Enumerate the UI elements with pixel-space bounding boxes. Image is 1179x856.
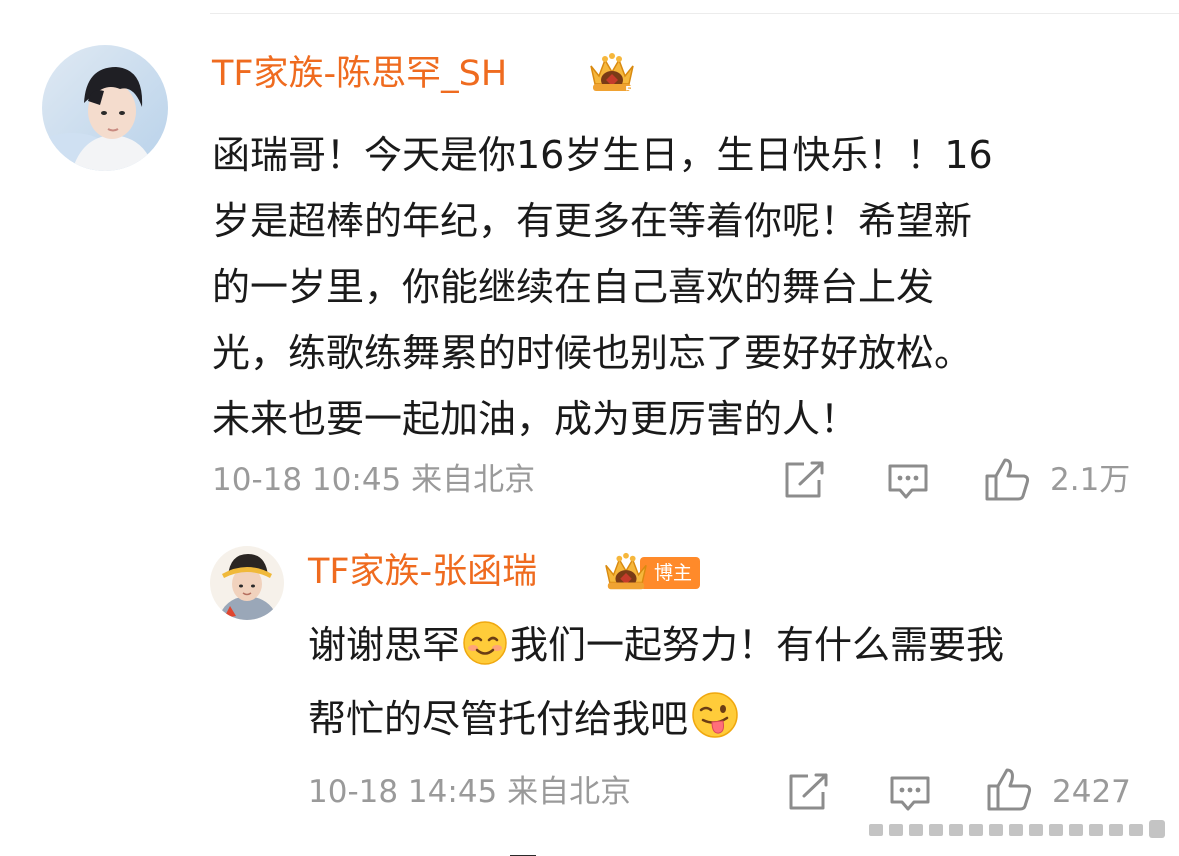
reply-avatar[interactable] — [210, 546, 284, 620]
comment-line: 的一岁里，你能继续在自己喜欢的舞台上发 — [212, 265, 935, 309]
watermark — [869, 818, 1169, 844]
like-count: 2427 — [1052, 774, 1131, 810]
reply-line: 帮忙的尽管托付给我吧 — [308, 686, 1004, 760]
comment-username[interactable]: TF家族-陈思罕_SH — [212, 52, 507, 96]
reply-body: 谢谢思罕 我们一起努力！有什么需要我 帮忙的尽管托付给我吧 — [308, 612, 1004, 760]
share-icon[interactable] — [786, 772, 830, 812]
reply-timestamp: 10-18 14:45 来自北京 — [308, 774, 632, 810]
comment-line: 未来也要一起加油，成为更厉害的人！ — [212, 397, 859, 441]
reply-text: 谢谢思罕 — [308, 623, 461, 667]
comment-line: 光，练歌练舞累的时候也别忘了要好好放松。 — [212, 331, 973, 375]
reply-text: 我们一起努力！有什么需要我 — [510, 623, 1005, 667]
like-icon[interactable] — [984, 456, 1032, 502]
reply-text: 帮忙的尽管托付给我吧 — [308, 697, 689, 741]
next-comment-peek — [310, 846, 570, 856]
like-icon[interactable] — [986, 766, 1034, 812]
comment-line: 岁是超棒的年纪，有更多在等着你呢！希望新 — [212, 199, 973, 243]
crown-badge-icon — [600, 550, 652, 598]
top-divider — [210, 13, 1179, 14]
comment-timestamp: 10-18 10:45 来自北京 — [212, 462, 536, 498]
comment-icon[interactable] — [888, 774, 932, 814]
reply-line: 谢谢思罕 我们一起努力！有什么需要我 — [308, 612, 1004, 686]
comment-line: 函瑞哥！今天是你16岁生日，生日快乐！！16 — [212, 133, 993, 177]
winking-tongue-face-icon — [690, 690, 740, 760]
smiling-face-icon — [462, 620, 508, 686]
like-count: 2.1万 — [1050, 462, 1131, 498]
crown-badge-icon: 5 — [585, 50, 639, 100]
share-icon[interactable] — [782, 460, 826, 500]
reply-username[interactable]: TF家族-张函瑞 — [308, 550, 537, 594]
avatar[interactable] — [42, 45, 168, 171]
comment-body: 函瑞哥！今天是你16岁生日，生日快乐！！16 岁是超棒的年纪，有更多在等着你呢！… — [212, 122, 993, 452]
comment-icon[interactable] — [886, 462, 930, 502]
svg-text:5: 5 — [625, 84, 633, 96]
